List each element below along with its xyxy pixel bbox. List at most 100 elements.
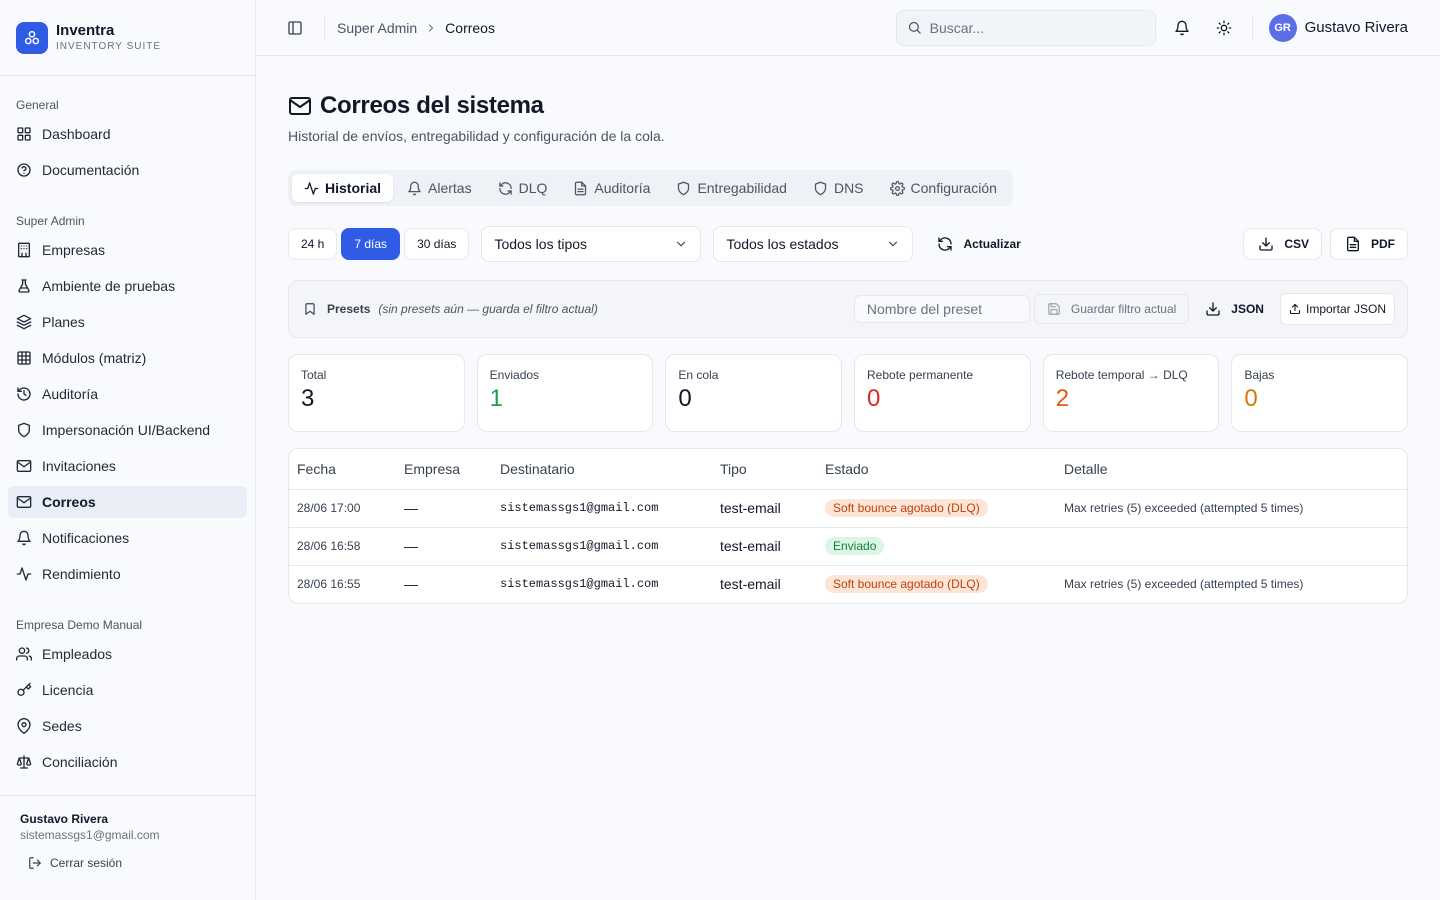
shield-icon [813,181,828,196]
sidebar-item-empleados[interactable]: Empleados [8,638,247,670]
column-header-tipo: Tipo [712,449,817,490]
sidebar-item-label: Planes [42,314,85,330]
cell-destinatario: sistemassgs1@gmail.com [492,489,712,528]
cell-fecha: 28/06 16:55 [297,577,361,592]
shield-icon [676,181,691,196]
sidebar-item-rendimiento[interactable]: Rendimiento [8,558,247,590]
sidebar-item-sedes[interactable]: Sedes [8,710,247,742]
sidebar-item-label: Módulos (matriz) [42,350,147,366]
cell-empresa: — [404,576,418,593]
cell-detalle: Max retries (5) exceeded (attempted 5 ti… [1064,577,1304,592]
emails-table: Fecha Empresa Destinatario Tipo Estado Detall… [288,448,1408,604]
sidebar-item-label: Auditoría [42,386,99,402]
tab-label: Configuración [910,180,997,196]
breadcrumb: Super Admin Correos [337,20,495,36]
sidebar-item-label: Documentación [42,162,140,178]
stat-card-en-cola: En cola 0 [665,354,843,432]
search-input[interactable] [929,19,1130,36]
cell-empresa: — [396,527,492,566]
tab-auditoria[interactable]: Auditoría [561,174,662,202]
theme-toggle-button[interactable] [1208,12,1240,44]
building-icon [16,242,32,258]
sidebar-item-ambiente-de-pruebas[interactable]: Ambiente de pruebas [8,270,247,302]
notifications-button[interactable] [1166,12,1198,44]
range-pill-24-h[interactable]: 24 h [288,228,338,260]
breadcrumb-item-correos: Correos [445,19,495,36]
save-preset-button[interactable]: Guardar filtro actual [1033,294,1190,324]
sidebar-item-documentacion[interactable]: Documentación [8,154,247,186]
cell-detalle [1056,527,1407,566]
brand[interactable]: Inventra INVENTORY SUITE [0,0,255,76]
brand-name: Inventra [56,21,115,39]
csv-label: CSV [1284,237,1309,251]
sidebar-item-dashboard[interactable]: Dashboard [8,118,247,150]
bell-icon [1174,20,1190,36]
refresh-icon [498,181,513,196]
tab-alertas[interactable]: Alertas [395,174,484,202]
tab-configuracion[interactable]: Configuración [878,174,1009,202]
tab-dlq[interactable]: DLQ [486,174,560,202]
logout-label: Cerrar sesión [50,856,123,870]
table-row[interactable]: 28/06 17:00— sistemassgs1@gmail.com test-e… [289,489,1407,528]
user-menu[interactable]: GR Gustavo Rivera [1268,13,1408,42]
tab-historial[interactable]: Historial [292,174,394,202]
panel-left-icon [287,20,303,36]
sidebar-item-label: Conciliación [42,754,118,770]
range-pill-30-dias[interactable]: 30 días [404,228,470,260]
sidebar-user-email: sistemassgs1@gmail.com [20,828,160,842]
page-subtitle: Historial de envíos, entregabilidad y co… [288,128,665,144]
import-json-button[interactable]: Importar JSON [1279,293,1395,325]
sidebar-item-notificaciones[interactable]: Notificaciones [8,522,247,554]
presets-label: Presets [327,302,371,316]
activity-icon [304,181,319,196]
pdf-label: PDF [1371,237,1395,251]
stat-card-total: Total 3 [288,354,465,432]
breadcrumb-item-super-admin[interactable]: Super Admin [337,20,417,36]
refresh-label: Actualizar [963,237,1021,251]
sidebar-item-conciliacion[interactable]: Conciliación [8,746,247,778]
cell-tipo: test-email [720,576,781,593]
grid-icon [16,126,32,142]
refresh-button[interactable]: Actualizar [937,236,1021,252]
sidebar-item-label: Notificaciones [42,530,130,546]
table-row[interactable]: 28/06 16:55 — sistemassgs1@gmail.com test-e… [289,565,1407,603]
type-select[interactable]: Todos los tipos [481,226,702,262]
cell-empresa: — [396,489,492,528]
logout-button[interactable]: Cerrar sesión [20,856,235,870]
table-row[interactable]: 28/06 16:58— sistemassgs1@gmail.com test-e… [289,527,1407,566]
shield-icon [16,422,32,438]
stat-label: Rebote permanente [867,368,974,382]
search-box[interactable] [895,9,1156,46]
tab-dns[interactable]: DNS [801,174,876,202]
cell-detalle: Max retries (5) exceeded (attempted 5 ti… [1056,489,1407,528]
sidebar-item-auditoria[interactable]: Auditoría [8,378,247,410]
cell-destinatario: sistemassgs1@gmail.com [500,577,659,592]
sidebar-item-planes[interactable]: Planes [8,306,247,338]
stat-card-rebote-temporal-dlq: Rebote temporal → DLQ 2 [1042,354,1220,432]
topbar: Super Admin Correos Buscar... GR Gustavo… [256,0,1440,56]
export-pdf-button[interactable]: PDF [1330,228,1408,260]
sidebar-item-invitaciones[interactable]: Invitaciones [8,450,247,482]
sidebar-item-empresas[interactable]: Empresas [8,234,247,266]
gear-icon [889,180,905,196]
sidebar-item-label: Ambiente de pruebas [42,278,176,294]
sidebar-item-modulos-matriz[interactable]: Módulos (matriz) [8,342,247,374]
preset-name-input[interactable] [853,295,1030,323]
sidebar-item-correos[interactable]: Correos [8,486,247,518]
tab-entregabilidad[interactable]: Entregabilidad [664,174,799,202]
file-text-icon [1345,236,1361,252]
status-select[interactable]: Todos los estados [713,226,914,262]
presets-empty-text: (sin presets aún — guarda el filtro actu… [378,302,598,316]
export-csv-button[interactable]: CSV [1243,228,1322,260]
status-badge: Soft bounce agotado (DLQ) [825,575,988,594]
export-json-button[interactable]: JSON [1205,301,1264,317]
stat-card-rebote-permanente: Rebote permanente 0 [854,354,1031,432]
sidebar-item-licencia[interactable]: Licencia [8,674,247,706]
bookmark-icon [303,302,317,316]
stat-card-bajas: Bajas 0 [1231,354,1409,432]
save-icon [1047,302,1061,316]
sidebar-toggle-button[interactable] [284,17,306,39]
tab-label: Historial [325,180,382,196]
sidebar-item-impersonacion-ui-backend[interactable]: Impersonación UI/Backend [8,414,247,446]
range-pill-7-dias[interactable]: 7 días [341,228,401,260]
